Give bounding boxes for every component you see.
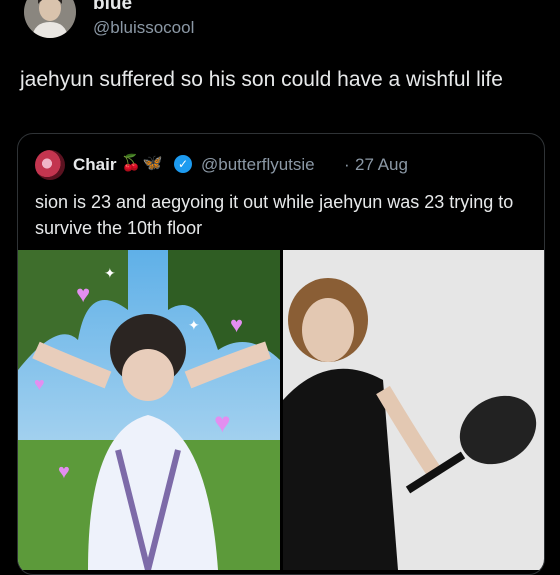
quoted-author-handle[interactable]: @butterflyutsie	[201, 155, 315, 175]
quoted-photo-left[interactable]: ♥ ♥ ♥ ♥ ♥ ✦ ✦	[18, 250, 280, 570]
quoted-tweet-date[interactable]: 27 Aug	[355, 155, 408, 175]
author-handle[interactable]: @bluissocool	[93, 18, 194, 38]
quoted-tweet-card[interactable]: Chair 🍒 🦋 ✓ @butterflyutsie · 27 Aug sion…	[17, 133, 545, 575]
cherries-icon: 🍒	[121, 155, 141, 172]
svg-text:✦: ✦	[188, 317, 200, 333]
name-emojis: 🍒 🦋	[121, 153, 163, 173]
butterfly-icon: 🦋	[142, 155, 163, 172]
quoted-photo-right[interactable]	[283, 250, 544, 570]
separator-dot: ·	[344, 155, 350, 174]
quoted-author-avatar[interactable]	[35, 150, 65, 180]
svg-text:♥: ♥	[58, 461, 70, 483]
author-avatar[interactable]	[24, 0, 76, 38]
svg-text:♥: ♥	[34, 374, 45, 394]
svg-text:♥: ♥	[214, 407, 231, 438]
svg-text:✦: ✦	[104, 265, 116, 281]
quoted-tweet-text: sion is 23 and aegyoing it out while jae…	[35, 192, 514, 238]
tweet-text: jaehyun suffered so his son could have a…	[20, 68, 503, 91]
quoted-author-name[interactable]: Chair	[73, 155, 116, 175]
svg-text:♥: ♥	[230, 312, 243, 337]
svg-text:♥: ♥	[76, 281, 90, 308]
verified-badge-icon: ✓	[174, 155, 192, 173]
author-name[interactable]: blue	[93, 0, 132, 15]
